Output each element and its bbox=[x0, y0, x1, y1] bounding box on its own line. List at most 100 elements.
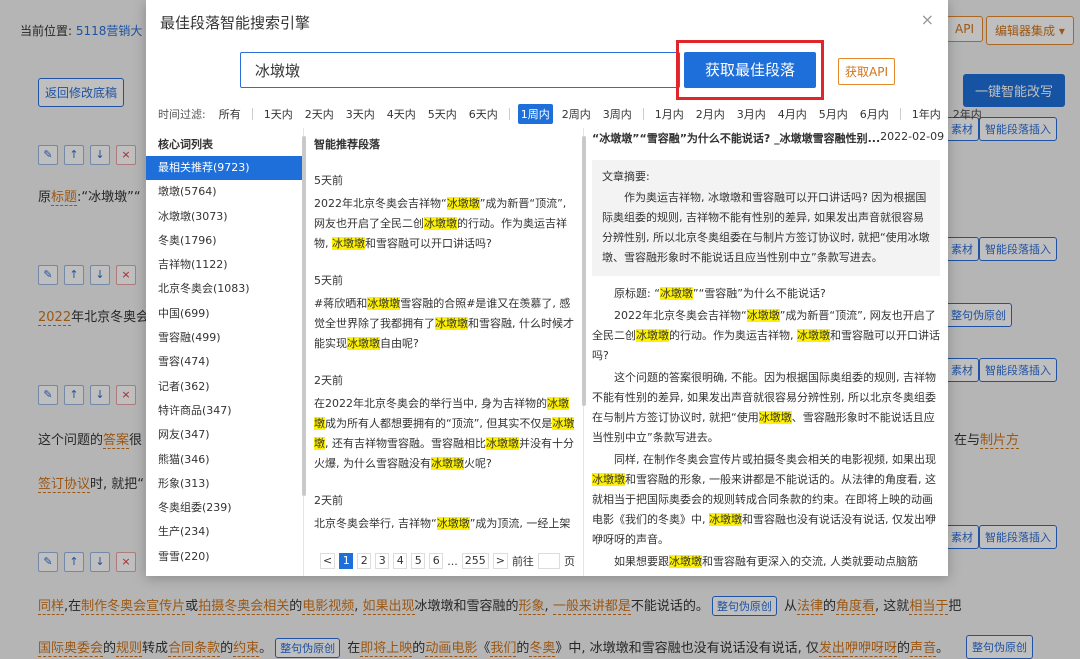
filter-option[interactable]: 2年内 bbox=[950, 104, 985, 124]
filter-option[interactable]: 1周内 bbox=[517, 104, 553, 124]
search-input[interactable] bbox=[241, 53, 679, 87]
keyword-highlight: 冰墩墩 bbox=[446, 197, 480, 210]
filter-option[interactable]: 1月内 bbox=[652, 104, 687, 124]
page-6[interactable]: 6 bbox=[429, 553, 444, 569]
text-segment: 2022年北京冬奥会吉祥物“ bbox=[614, 309, 747, 322]
keyword-item[interactable]: 形象(313) bbox=[146, 472, 303, 496]
text-segment: 火呢? bbox=[464, 457, 492, 470]
page-2[interactable]: 2 bbox=[357, 553, 372, 569]
text-segment: 在2022年北京冬奥会的举行当中, 身为吉祥物的 bbox=[314, 397, 547, 410]
page-3[interactable]: 3 bbox=[375, 553, 390, 569]
article-paragraph: 2022年北京冬奥会吉祥物“冰墩墩”成为新晋“顶流”, 网友也开启了全民二创冰墩… bbox=[592, 306, 940, 366]
filter-separator bbox=[642, 108, 644, 120]
keyword-list: 最相关推荐(9723) 墩墩(5764) 冰墩墩(3073) 冬奥(1796) 吉祥物(… bbox=[146, 156, 303, 576]
results-list: 5天前 2022年北京冬奥会吉祥物“冰墩墩”成为新晋“顶流”, 网友也开启了全民二… bbox=[314, 172, 576, 552]
pagination: < 1 2 3 4 5 6 ... 255 > 前往 页 bbox=[320, 553, 575, 569]
text-segment: 和雪容融有更深入的交流, 人类就要动点脑筋 bbox=[702, 555, 918, 568]
result-time: 2天前 bbox=[314, 374, 343, 387]
filter-option[interactable]: 6月内 bbox=[857, 104, 892, 124]
result-item[interactable]: 2天前北京冬奥会举行, 吉祥物“冰墩墩”成为顶流, 一经上架 bbox=[314, 492, 576, 534]
result-item[interactable]: 5天前 #蒋欣晒和冰墩墩雪容融的合照#是谁又在羡慕了, 感觉全世界除了我都拥有了冰… bbox=[314, 272, 576, 354]
keyword-item[interactable]: 冰墩墩(3073) bbox=[146, 205, 303, 229]
keyword-item[interactable]: 冬奥(1796) bbox=[146, 229, 303, 253]
goto-input[interactable] bbox=[537, 553, 560, 569]
keyword-highlight: 冰墩墩 bbox=[424, 217, 457, 230]
keyword-highlight: 冰墩墩 bbox=[797, 329, 830, 342]
filter-option[interactable]: 3周内 bbox=[600, 104, 635, 124]
result-text: 2022年北京冬奥会吉祥物“冰墩墩”成为新晋“顶流”, 网友也开启了全民二创冰墩… bbox=[314, 194, 576, 254]
result-item[interactable]: 5天前 2022年北京冬奥会吉祥物“冰墩墩”成为新晋“顶流”, 网友也开启了全民二… bbox=[314, 172, 576, 254]
page-1[interactable]: 1 bbox=[339, 553, 354, 569]
filter-option[interactable]: 1年内 bbox=[909, 104, 944, 124]
filter-separator bbox=[251, 108, 253, 120]
article-abstract: 文章摘要: 作为奥运吉祥物, 冰墩墩和雪容融可以开口讲话吗? 因为根据国际奥组委… bbox=[592, 160, 940, 276]
filter-option[interactable]: 4天内 bbox=[384, 104, 419, 124]
keyword-highlight: 冰墩墩 bbox=[758, 411, 792, 424]
page-5[interactable]: 5 bbox=[411, 553, 426, 569]
text-segment: 的行动。作为奥运吉祥物, bbox=[669, 329, 797, 342]
article-title[interactable]: “冰墩墩”“雪容融”为什么不能说话? _冰墩墩雪容融性别... bbox=[592, 130, 880, 146]
filter-option[interactable]: 2周内 bbox=[559, 104, 594, 124]
text-segment: 自由呢? bbox=[380, 337, 419, 350]
filter-option[interactable]: 2天内 bbox=[302, 104, 337, 124]
keyword-highlight: 冰墩墩 bbox=[592, 473, 625, 486]
text-segment: ”“雪容融”为什么不能说话? bbox=[692, 287, 826, 300]
search-modal: 最佳段落智能搜索引擎 × 获取最佳段落 获取API 时间过滤: 所有 1天内 2天内… bbox=[146, 0, 982, 576]
time-filter-label: 时间过滤: bbox=[158, 108, 206, 121]
filter-option[interactable]: 所有 bbox=[216, 104, 244, 124]
keyword-highlight: 冰墩墩 bbox=[746, 309, 780, 322]
keyword-item[interactable]: 中国(699) bbox=[146, 302, 303, 326]
keyword-item[interactable]: 北京冬奥会(1083) bbox=[146, 277, 303, 301]
result-item[interactable]: 2天前 在2022年北京冬奥会的举行当中, 身为吉祥物的冰墩墩 成为所有人都想要拥有… bbox=[314, 372, 576, 474]
filter-separator bbox=[508, 108, 510, 120]
article-date: 2022-02-09 bbox=[880, 130, 945, 143]
keyword-highlight: 冰墩墩 bbox=[332, 237, 365, 250]
keyword-item[interactable]: 记者(362) bbox=[146, 375, 303, 399]
get-api-button[interactable]: 获取API bbox=[838, 58, 895, 85]
text-segment: 原标题: “ bbox=[614, 287, 660, 300]
keyword-item[interactable]: 墩墩(5764) bbox=[146, 180, 303, 204]
keyword-item[interactable]: 生产(234) bbox=[146, 520, 303, 544]
keyword-item[interactable]: 冬奥组委(239) bbox=[146, 496, 303, 520]
article-body: 原标题: “冰墩墩”“雪容融”为什么不能说话? 2022年北京冬奥会吉祥物“冰墩墩… bbox=[592, 284, 940, 572]
filter-option[interactable]: 4月内 bbox=[775, 104, 810, 124]
keyword-item[interactable]: 雪容融(499) bbox=[146, 326, 303, 350]
filter-option[interactable]: 2月内 bbox=[693, 104, 728, 124]
results-scrollbar[interactable] bbox=[582, 136, 586, 406]
text-segment: 2022年北京冬奥会吉祥物“ bbox=[314, 197, 447, 210]
text-segment: 北京冬奥会举行, 吉祥物“ bbox=[314, 517, 437, 530]
filter-option[interactable]: 5月内 bbox=[816, 104, 851, 124]
keyword-item[interactable]: 雪雪(220) bbox=[146, 545, 303, 569]
keyword-scrollbar[interactable] bbox=[302, 136, 306, 496]
filter-option[interactable]: 3天内 bbox=[343, 104, 378, 124]
keyword-highlight: 冰墩墩 bbox=[431, 457, 464, 470]
keyword-item[interactable]: 网友(347) bbox=[146, 423, 303, 447]
page-last[interactable]: 255 bbox=[461, 553, 489, 569]
keyword-highlight: 冰墩墩 bbox=[486, 437, 519, 450]
filter-option[interactable]: 5天内 bbox=[425, 104, 460, 124]
text-segment: ”成为顶流, 一经上架 bbox=[469, 517, 571, 530]
result-text: 在2022年北京冬奥会的举行当中, 身为吉祥物的冰墩墩 成为所有人都想要拥有的“顶… bbox=[314, 394, 576, 474]
page-4[interactable]: 4 bbox=[393, 553, 408, 569]
keyword-highlight: 冰墩墩 bbox=[436, 517, 470, 530]
filter-option[interactable]: 1天内 bbox=[261, 104, 296, 124]
filter-option[interactable]: 6天内 bbox=[466, 104, 501, 124]
filter-option[interactable]: 3月内 bbox=[734, 104, 769, 124]
result-time: 2天前 bbox=[314, 494, 343, 507]
article-paragraph: 这个问题的答案很明确, 不能。因为根据国际奥组委的规则, 吉祥物不能有性别的差异… bbox=[592, 368, 940, 448]
prev-page[interactable]: < bbox=[320, 553, 336, 569]
keyword-list-heading: 核心词列表 bbox=[158, 138, 213, 151]
keyword-highlight: 冰墩墩 bbox=[367, 297, 401, 310]
keyword-item[interactable]: 吉祥物(1122) bbox=[146, 253, 303, 277]
keyword-item[interactable]: 雪容(474) bbox=[146, 350, 303, 374]
close-icon[interactable]: × bbox=[921, 10, 934, 29]
keyword-item[interactable]: 最相关推荐(9723) bbox=[146, 156, 303, 181]
next-page[interactable]: > bbox=[492, 553, 508, 569]
article-paragraph: 如果想要跟冰墩墩和雪容融有更深入的交流, 人类就要动点脑筋 bbox=[592, 552, 940, 572]
keyword-item[interactable]: 特许商品(347) bbox=[146, 399, 303, 423]
text-segment: 和雪容融可以开口讲话吗? bbox=[365, 237, 492, 250]
get-best-paragraph-button[interactable]: 获取最佳段落 bbox=[684, 52, 816, 88]
keyword-highlight: 冰墩墩 bbox=[669, 555, 702, 568]
keyword-item[interactable]: 熊猫(346) bbox=[146, 448, 303, 472]
article-paragraph: 原标题: “冰墩墩”“雪容融”为什么不能说话? bbox=[592, 284, 940, 304]
